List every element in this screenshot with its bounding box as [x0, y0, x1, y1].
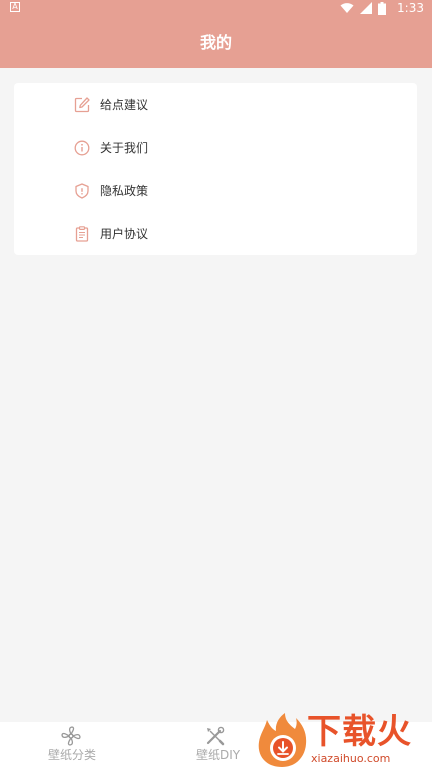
menu-item-label: 用户协议: [100, 227, 149, 241]
wifi-icon: [340, 3, 354, 13]
menu-item-user-agreement[interactable]: 用户协议: [14, 212, 417, 255]
tab-wallpaper-categories[interactable]: 壁纸分类: [30, 722, 114, 768]
menu-item-feedback[interactable]: 给点建议: [14, 83, 417, 126]
tab-label: 壁纸DIY: [196, 748, 241, 762]
tab-label: 壁纸分类: [48, 748, 97, 762]
flame-logo: [258, 713, 307, 767]
edit-icon: [74, 97, 90, 113]
signal-icon: [360, 2, 372, 14]
tab-wallpaper-diy[interactable]: 壁纸DIY: [176, 722, 260, 768]
status-icons: [340, 1, 386, 15]
shield-icon: [75, 183, 89, 199]
menu-item-label: 关于我们: [100, 141, 149, 155]
tools-icon: [206, 726, 225, 746]
page-title: 我的: [199, 33, 232, 52]
menu-item-label: 给点建议: [100, 98, 149, 112]
status-bar: A 1:33: [0, 0, 432, 16]
settings-menu: 给点建议 关于我们 隐私政策 用户协议: [14, 83, 417, 255]
menu-item-label: 隐私政策: [100, 184, 149, 198]
menu-item-about[interactable]: 关于我们: [14, 126, 417, 169]
app-header: A 1:33 我的: [0, 0, 432, 68]
menu-item-privacy[interactable]: 隐私政策: [14, 169, 417, 212]
info-icon: [74, 140, 90, 156]
watermark: 下载火 xiazaihuo.com: [255, 712, 432, 768]
watermark-text: 下载火: [307, 712, 412, 752]
fan-icon: [61, 726, 81, 746]
status-time: 1:33: [397, 1, 424, 15]
notification-badge: A: [10, 2, 20, 12]
watermark-subtext: xiazaihuo.com: [311, 752, 391, 765]
clipboard-icon: [75, 226, 89, 242]
battery-icon: [378, 1, 386, 15]
